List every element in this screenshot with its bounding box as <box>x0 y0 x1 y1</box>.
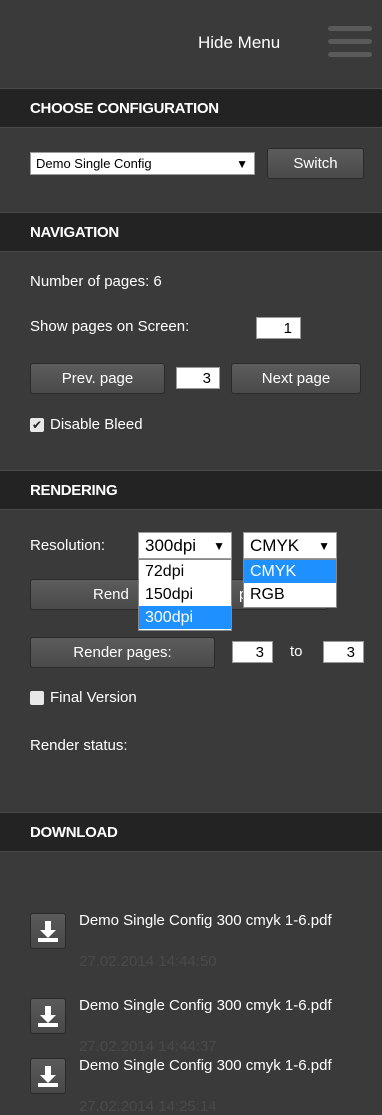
chevron-down-icon: ▼ <box>318 538 330 553</box>
download-file-name[interactable]: Demo Single Config 300 cmyk 1-6.pdf <box>79 996 359 1016</box>
color-option[interactable]: RGB <box>244 583 336 606</box>
hide-menu-link[interactable]: Hide Menu <box>198 33 280 53</box>
render-status-label: Render status: <box>30 737 128 754</box>
chevron-down-icon: ▼ <box>213 538 225 553</box>
final-version-checkbox[interactable] <box>30 691 44 705</box>
hamburger-icon[interactable] <box>328 24 372 62</box>
show-pages-input[interactable]: 1 <box>256 317 301 339</box>
render-from-input[interactable]: 3 <box>232 641 273 663</box>
render-current-label-left: Rend <box>93 586 129 603</box>
navigation-header: NAVIGATION <box>0 212 382 252</box>
rendering-header: RENDERING <box>0 470 382 510</box>
configuration-select[interactable]: Demo Single Config ▼ <box>30 152 255 175</box>
resolution-option[interactable]: 150dpi <box>139 583 231 606</box>
resolution-select-value: 300dpi <box>145 536 197 555</box>
resolution-select[interactable]: 300dpi ▼ <box>138 532 232 559</box>
switch-button[interactable]: Switch <box>267 148 364 179</box>
color-select-value: CMYK <box>250 536 300 555</box>
configuration-select-value: Demo Single Config <box>36 156 152 171</box>
color-dropdown[interactable]: CMYK RGB <box>243 559 337 608</box>
section-title: DOWNLOAD <box>30 824 118 841</box>
download-icon[interactable] <box>30 913 66 949</box>
pages-count: Number of pages: 6 <box>30 273 162 290</box>
section-title: NAVIGATION <box>30 224 119 241</box>
resolution-option[interactable]: 72dpi <box>139 560 231 583</box>
render-pages-button[interactable]: Render pages: <box>30 637 215 668</box>
resolution-dropdown[interactable]: 72dpi 150dpi 300dpi <box>138 559 232 631</box>
disable-bleed-checkbox[interactable]: ✔ <box>30 418 44 432</box>
top-bar: Hide Menu <box>0 0 382 88</box>
color-select[interactable]: CMYK ▼ <box>243 532 337 559</box>
final-version-label: Final Version <box>50 689 137 706</box>
section-title: RENDERING <box>30 482 118 499</box>
download-header: DOWNLOAD <box>0 812 382 852</box>
color-option-selected[interactable]: CMYK <box>244 560 336 583</box>
section-title: CHOOSE CONFIGURATION <box>30 100 219 117</box>
disable-bleed-label: Disable Bleed <box>50 416 143 433</box>
download-file-name[interactable]: Demo Single Config 300 cmyk 1-6.pdf <box>79 1056 359 1076</box>
download-file-date: 27.02.2014 14:44:37 <box>79 1038 217 1055</box>
configuration-header: CHOOSE CONFIGURATION <box>0 88 382 128</box>
render-to-input[interactable]: 3 <box>323 641 364 663</box>
next-page-button[interactable]: Next page <box>231 363 361 394</box>
resolution-label: Resolution: <box>30 537 106 554</box>
download-icon[interactable] <box>30 1058 66 1094</box>
download-file-date: 27.02.2014 14:25:14 <box>79 1098 217 1115</box>
chevron-down-icon: ▼ <box>236 156 248 171</box>
download-icon[interactable] <box>30 998 66 1034</box>
download-file-date: 27.02.2014 14:44:50 <box>79 953 217 970</box>
prev-page-button[interactable]: Prev. page <box>30 363 165 394</box>
current-page-input[interactable]: 3 <box>176 367 220 389</box>
show-pages-label: Show pages on Screen: <box>30 318 190 335</box>
to-label: to <box>290 643 303 660</box>
download-file-name[interactable]: Demo Single Config 300 cmyk 1-6.pdf <box>79 911 359 931</box>
resolution-option-selected[interactable]: 300dpi <box>139 606 231 629</box>
